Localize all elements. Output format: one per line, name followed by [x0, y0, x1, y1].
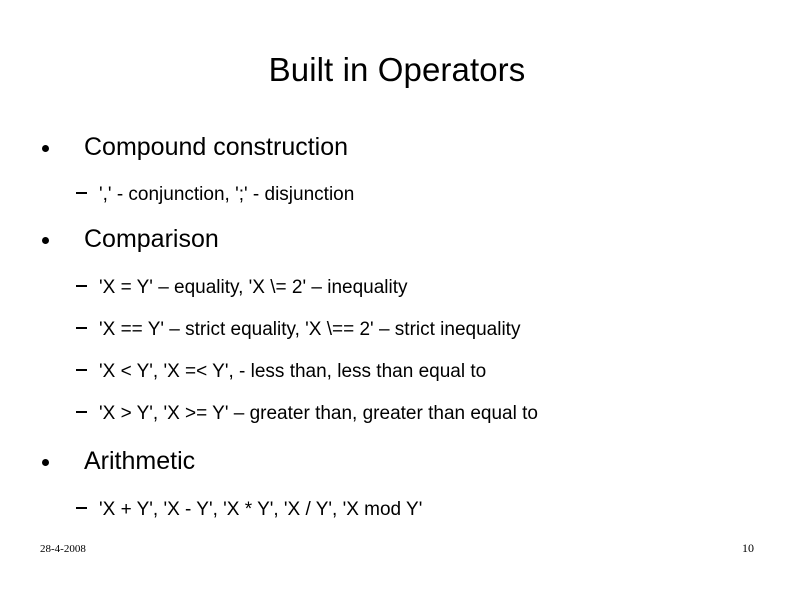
- bullet-disc-icon: [42, 237, 49, 244]
- bullet-level2-conjunction-disjunction: ',' - conjunction, ';' - disjunction: [0, 183, 794, 206]
- bullet-level2-arithmetic-operators: 'X + Y', 'X - Y', 'X * Y', 'X / Y', 'X m…: [0, 498, 794, 521]
- bullet-level2-greater-than: 'X > Y', 'X >= Y' – greater than, greate…: [0, 402, 794, 425]
- bullet-dash-icon: [76, 285, 87, 287]
- bullet-level1-label: Comparison: [84, 225, 219, 253]
- bullet-level2-less-than: 'X < Y', 'X =< Y', - less than, less tha…: [0, 360, 794, 383]
- slide-body: Compound construction ',' - conjunction,…: [0, 132, 794, 521]
- bullet-level1-label: Arithmetic: [84, 447, 196, 475]
- bullet-level2-label: 'X > Y', 'X >= Y' – greater than, greate…: [99, 403, 538, 424]
- section-arithmetic: Arithmetic 'X + Y', 'X - Y', 'X * Y', 'X…: [0, 446, 794, 521]
- section-comparison: Comparison 'X = Y' – equality, 'X \= 2' …: [0, 224, 794, 425]
- bullet-dash-icon: [76, 192, 87, 194]
- bullet-level1-arithmetic: Arithmetic: [0, 446, 794, 476]
- footer-date: 28-4-2008: [40, 543, 86, 555]
- bullet-dash-icon: [76, 411, 87, 413]
- bullet-disc-icon: [42, 145, 49, 152]
- page-title: Built in Operators: [268, 51, 526, 88]
- bullet-level2-label: 'X = Y' – equality, 'X \= 2' – inequalit…: [99, 277, 408, 298]
- slide: Built in Operators Compound construction…: [0, 0, 794, 595]
- bullet-level1-label: Compound construction: [84, 133, 349, 161]
- bullet-level2-label: ',' - conjunction, ';' - disjunction: [99, 184, 355, 205]
- bullet-dash-icon: [76, 369, 87, 371]
- bullet-level2-label: 'X < Y', 'X =< Y', - less than, less tha…: [99, 361, 487, 382]
- section-compound-construction: Compound construction ',' - conjunction,…: [0, 132, 794, 206]
- bullet-level2-label: 'X + Y', 'X - Y', 'X * Y', 'X / Y', 'X m…: [99, 499, 423, 520]
- bullet-disc-icon: [42, 459, 49, 466]
- bullet-dash-icon: [76, 327, 87, 329]
- footer-page-number: 10: [742, 541, 754, 555]
- bullet-level1-comparison: Comparison: [0, 224, 794, 254]
- bullet-level2-strict-equality: 'X == Y' – strict equality, 'X \== 2' – …: [0, 318, 794, 341]
- bullet-dash-icon: [76, 507, 87, 509]
- bullet-level2-label: 'X == Y' – strict equality, 'X \== 2' – …: [99, 319, 521, 340]
- bullet-level1-compound-construction: Compound construction: [0, 132, 794, 162]
- bullet-level2-equality: 'X = Y' – equality, 'X \= 2' – inequalit…: [0, 276, 794, 299]
